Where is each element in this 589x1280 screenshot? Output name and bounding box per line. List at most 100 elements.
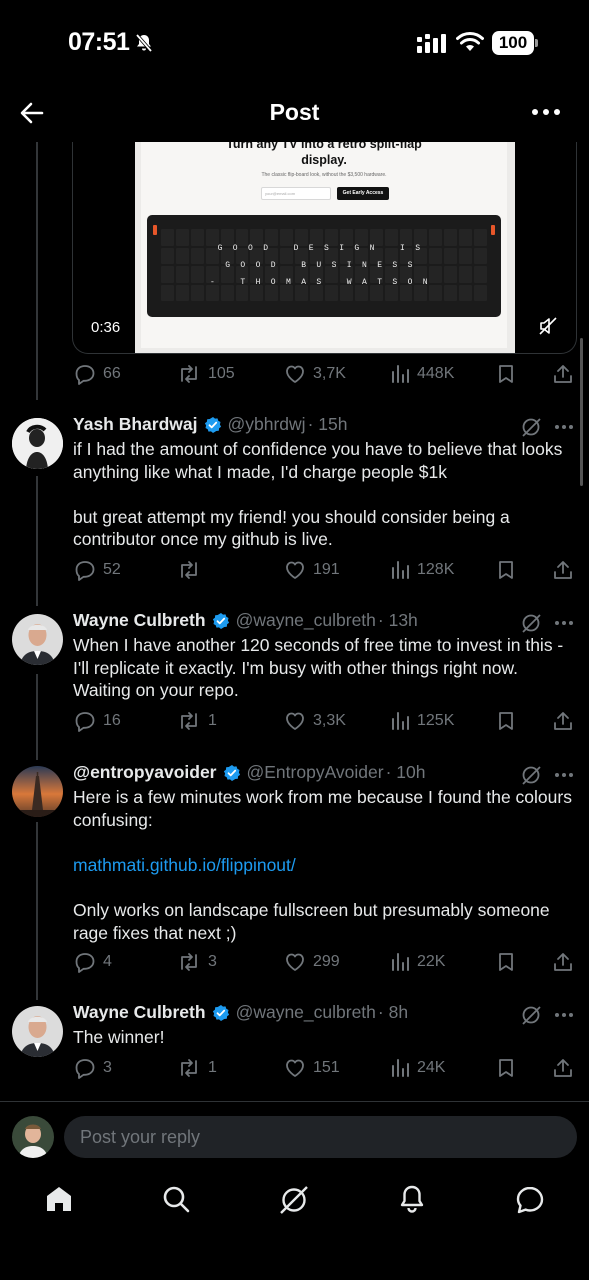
bookmark-button[interactable] <box>496 951 516 973</box>
share-button[interactable] <box>552 1057 574 1079</box>
post-more-icon[interactable] <box>554 424 574 430</box>
reply-input[interactable]: Post your reply <box>64 1116 577 1158</box>
page-title: Post <box>269 99 320 125</box>
post-more-icon[interactable] <box>554 772 574 778</box>
reply-count: 66 <box>103 365 121 382</box>
like-button[interactable]: 191 <box>284 559 340 581</box>
bookmark-button[interactable] <box>496 710 516 732</box>
messages-icon[interactable] <box>514 1184 546 1216</box>
share-icon <box>554 1059 572 1077</box>
repost-button[interactable]: 105 <box>177 363 235 385</box>
author-name[interactable]: Yash Bhardwaj <box>73 414 198 435</box>
share-icon <box>554 712 572 730</box>
avatar[interactable] <box>12 418 63 469</box>
views-icon <box>392 1059 409 1077</box>
like-count: 3,7K <box>313 365 346 382</box>
author-name[interactable]: Wayne Culbreth <box>73 1002 206 1023</box>
share-button[interactable] <box>552 951 574 973</box>
like-button[interactable]: 151 <box>284 1057 340 1079</box>
bookmark-button[interactable] <box>496 1057 516 1079</box>
verified-badge-icon <box>212 1004 229 1021</box>
like-button[interactable]: 299 <box>284 951 340 973</box>
video-headline: Turn any TV into a retro split-flap disp… <box>226 142 422 167</box>
heart-icon <box>286 561 304 579</box>
share-button[interactable] <box>552 710 574 732</box>
bookmark-icon <box>499 712 513 730</box>
home-icon[interactable] <box>44 1184 74 1214</box>
grok-icon[interactable] <box>520 764 542 786</box>
author-name[interactable]: @entropyavoider <box>73 762 217 783</box>
search-icon[interactable] <box>161 1184 191 1214</box>
post-time: · 13h <box>377 610 418 630</box>
grok-icon[interactable] <box>278 1184 310 1216</box>
avatar[interactable] <box>12 766 63 817</box>
like-count: 3,3K <box>313 712 346 729</box>
heart-icon <box>286 712 304 730</box>
repost-button[interactable]: 1 <box>177 1057 217 1079</box>
verified-badge-icon <box>212 612 229 629</box>
reply-icon <box>75 561 95 581</box>
reply-icon <box>75 712 95 732</box>
notifications-icon[interactable] <box>397 1184 427 1214</box>
share-button[interactable] <box>552 559 574 581</box>
views-button[interactable]: 448K <box>390 363 454 385</box>
mute-icon[interactable] <box>538 316 558 336</box>
like-count: 191 <box>313 561 340 578</box>
board-led <box>153 225 157 235</box>
views-button[interactable]: 24K <box>390 1057 445 1079</box>
share-icon <box>554 365 572 383</box>
author-handle[interactable]: @wayne_culbreth <box>236 610 376 631</box>
heart-icon <box>286 1059 304 1077</box>
post-more-icon[interactable] <box>554 1012 574 1018</box>
reply-button[interactable]: 66 <box>74 363 121 385</box>
share-button[interactable] <box>552 363 574 385</box>
post-text: When I have another 120 seconds of free … <box>73 635 569 701</box>
heart-icon <box>286 953 304 971</box>
author-handle[interactable]: @EntropyAvoider <box>247 762 384 783</box>
my-avatar[interactable] <box>12 1116 54 1158</box>
repost-count: 3 <box>208 953 217 970</box>
bookmark-button[interactable] <box>496 559 516 581</box>
more-options-icon[interactable] <box>531 103 561 121</box>
video-player[interactable]: Turn any TV into a retro split-flap disp… <box>72 142 577 354</box>
verified-badge-icon <box>223 764 240 781</box>
author-handle[interactable]: @ybhrdwj <box>228 414 306 435</box>
grok-icon[interactable] <box>520 416 542 438</box>
video-email-input: your@email.com <box>261 187 331 200</box>
thread-line <box>36 674 38 760</box>
bookmark-icon <box>499 953 513 971</box>
reply-count: 16 <box>103 712 121 729</box>
views-button[interactable]: 22K <box>390 951 445 973</box>
grok-icon[interactable] <box>520 612 542 634</box>
views-button[interactable]: 125K <box>390 710 454 732</box>
post-more-icon[interactable] <box>554 620 574 626</box>
scrollbar[interactable] <box>580 338 583 486</box>
bookmark-button[interactable] <box>496 363 516 385</box>
views-button[interactable]: 128K <box>390 559 454 581</box>
author-name[interactable]: Wayne Culbreth <box>73 610 206 631</box>
grok-icon[interactable] <box>520 1004 542 1026</box>
post-header: Yash Bhardwaj @ybhrdwj · 15h <box>73 414 347 435</box>
author-handle[interactable]: @wayne_culbreth <box>236 1002 376 1023</box>
view-count: 24K <box>417 1059 446 1076</box>
post-time: · 15h <box>307 414 348 434</box>
reply-icon <box>75 1059 95 1079</box>
post-link[interactable]: mathmati.github.io/flippinout/ <box>73 854 573 877</box>
heart-icon <box>286 365 304 383</box>
repost-button[interactable]: 3 <box>177 951 217 973</box>
video-frame: Turn any TV into a retro split-flap disp… <box>135 142 515 353</box>
like-button[interactable]: 3,7K <box>284 363 346 385</box>
reply-button[interactable]: 52 <box>74 559 121 581</box>
reply-button[interactable]: 16 <box>74 710 121 732</box>
repost-button[interactable] <box>177 559 208 581</box>
reply-button[interactable]: 4 <box>74 951 112 973</box>
post-actions: 4 3 299 22K <box>74 951 579 977</box>
post-time: · 8h <box>377 1002 409 1022</box>
repost-button[interactable]: 1 <box>177 710 217 732</box>
like-button[interactable]: 3,3K <box>284 710 346 732</box>
status-time: 07:51 <box>68 28 130 56</box>
thread-line <box>36 822 38 1000</box>
reply-button[interactable]: 3 <box>74 1057 112 1079</box>
avatar[interactable] <box>12 614 63 665</box>
avatar[interactable] <box>12 1006 63 1057</box>
